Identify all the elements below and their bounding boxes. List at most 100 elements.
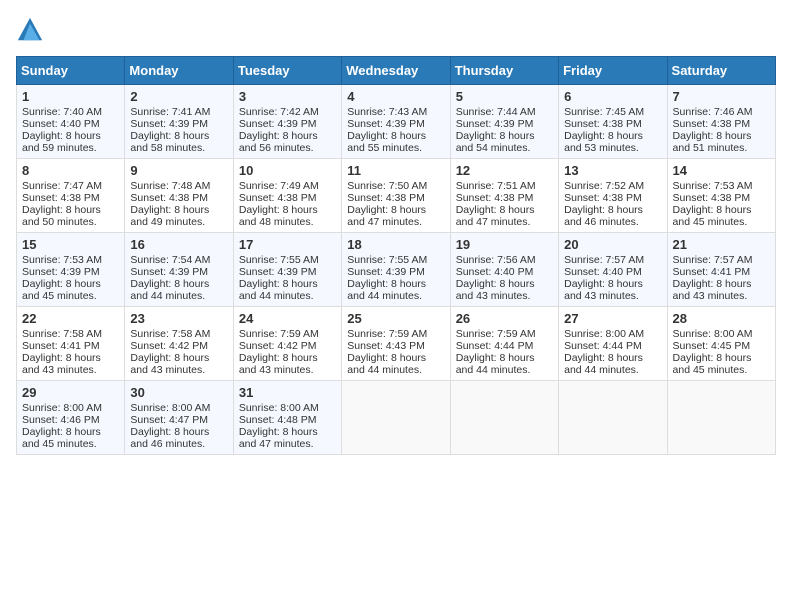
day-info-line: Sunset: 4:40 PM	[456, 266, 553, 278]
day-number: 27	[564, 311, 661, 326]
day-info-line: Sunset: 4:40 PM	[564, 266, 661, 278]
day-info-line: Sunrise: 7:52 AM	[564, 180, 661, 192]
day-info-line: Sunset: 4:39 PM	[239, 118, 336, 130]
day-number: 31	[239, 385, 336, 400]
day-info-line: Sunrise: 7:56 AM	[456, 254, 553, 266]
day-info-line: Sunrise: 7:46 AM	[673, 106, 770, 118]
day-info-line: Sunset: 4:43 PM	[347, 340, 444, 352]
day-info-line: Sunset: 4:38 PM	[564, 192, 661, 204]
calendar-cell: 28Sunrise: 8:00 AMSunset: 4:45 PMDayligh…	[667, 307, 775, 381]
day-info-line: Sunset: 4:47 PM	[130, 414, 227, 426]
calendar-cell: 17Sunrise: 7:55 AMSunset: 4:39 PMDayligh…	[233, 233, 341, 307]
day-info-line: Daylight: 8 hours	[564, 130, 661, 142]
day-info-line: Daylight: 8 hours	[130, 352, 227, 364]
calendar-cell: 20Sunrise: 7:57 AMSunset: 4:40 PMDayligh…	[559, 233, 667, 307]
day-number: 20	[564, 237, 661, 252]
day-info-line: Sunrise: 7:45 AM	[564, 106, 661, 118]
calendar-cell: 27Sunrise: 8:00 AMSunset: 4:44 PMDayligh…	[559, 307, 667, 381]
calendar-cell: 25Sunrise: 7:59 AMSunset: 4:43 PMDayligh…	[342, 307, 450, 381]
day-info-line: Daylight: 8 hours	[347, 278, 444, 290]
day-info-line: Sunset: 4:44 PM	[564, 340, 661, 352]
day-info-line: Sunset: 4:38 PM	[130, 192, 227, 204]
day-info-line: Daylight: 8 hours	[22, 352, 119, 364]
day-info-line: Sunset: 4:48 PM	[239, 414, 336, 426]
day-info-line: Daylight: 8 hours	[673, 278, 770, 290]
day-info-line: Sunrise: 7:43 AM	[347, 106, 444, 118]
calendar-cell: 19Sunrise: 7:56 AMSunset: 4:40 PMDayligh…	[450, 233, 558, 307]
weekday-header-wednesday: Wednesday	[342, 57, 450, 85]
day-info-line: Daylight: 8 hours	[456, 130, 553, 142]
day-info-line: Daylight: 8 hours	[239, 130, 336, 142]
day-info-line: Sunset: 4:38 PM	[347, 192, 444, 204]
calendar-cell: 16Sunrise: 7:54 AMSunset: 4:39 PMDayligh…	[125, 233, 233, 307]
day-info-line: and 44 minutes.	[347, 364, 444, 376]
day-info-line: and 58 minutes.	[130, 142, 227, 154]
page-header	[16, 16, 776, 44]
day-info-line: Daylight: 8 hours	[239, 352, 336, 364]
calendar-cell: 23Sunrise: 7:58 AMSunset: 4:42 PMDayligh…	[125, 307, 233, 381]
day-info-line: and 47 minutes.	[239, 438, 336, 450]
day-number: 23	[130, 311, 227, 326]
day-info-line: Sunrise: 7:59 AM	[347, 328, 444, 340]
calendar-week-row: 29Sunrise: 8:00 AMSunset: 4:46 PMDayligh…	[17, 381, 776, 455]
day-info-line: Daylight: 8 hours	[673, 352, 770, 364]
day-info-line: and 50 minutes.	[22, 216, 119, 228]
day-info-line: and 59 minutes.	[22, 142, 119, 154]
day-number: 10	[239, 163, 336, 178]
day-info-line: Sunrise: 7:55 AM	[239, 254, 336, 266]
day-info-line: Sunset: 4:39 PM	[347, 118, 444, 130]
day-number: 22	[22, 311, 119, 326]
day-info-line: and 44 minutes.	[239, 290, 336, 302]
calendar-cell: 5Sunrise: 7:44 AMSunset: 4:39 PMDaylight…	[450, 85, 558, 159]
day-info-line: Sunset: 4:39 PM	[130, 118, 227, 130]
day-info-line: Sunrise: 7:59 AM	[456, 328, 553, 340]
day-info-line: Daylight: 8 hours	[239, 204, 336, 216]
day-info-line: and 53 minutes.	[564, 142, 661, 154]
calendar-cell: 10Sunrise: 7:49 AMSunset: 4:38 PMDayligh…	[233, 159, 341, 233]
day-info-line: Daylight: 8 hours	[564, 204, 661, 216]
day-number: 15	[22, 237, 119, 252]
day-info-line: and 48 minutes.	[239, 216, 336, 228]
calendar-cell: 12Sunrise: 7:51 AMSunset: 4:38 PMDayligh…	[450, 159, 558, 233]
day-number: 24	[239, 311, 336, 326]
day-info-line: Sunset: 4:38 PM	[564, 118, 661, 130]
day-info-line: and 47 minutes.	[456, 216, 553, 228]
weekday-header-thursday: Thursday	[450, 57, 558, 85]
day-info-line: Sunset: 4:42 PM	[130, 340, 227, 352]
calendar-cell: 8Sunrise: 7:47 AMSunset: 4:38 PMDaylight…	[17, 159, 125, 233]
day-info-line: Daylight: 8 hours	[347, 352, 444, 364]
day-info-line: Daylight: 8 hours	[130, 278, 227, 290]
day-info-line: Sunrise: 8:00 AM	[239, 402, 336, 414]
day-number: 17	[239, 237, 336, 252]
day-info-line: and 49 minutes.	[130, 216, 227, 228]
day-info-line: Sunrise: 7:47 AM	[22, 180, 119, 192]
day-info-line: Sunset: 4:46 PM	[22, 414, 119, 426]
day-number: 7	[673, 89, 770, 104]
day-info-line: and 43 minutes.	[22, 364, 119, 376]
day-number: 28	[673, 311, 770, 326]
day-info-line: and 56 minutes.	[239, 142, 336, 154]
day-info-line: Sunset: 4:40 PM	[22, 118, 119, 130]
calendar-cell: 26Sunrise: 7:59 AMSunset: 4:44 PMDayligh…	[450, 307, 558, 381]
calendar-cell: 2Sunrise: 7:41 AMSunset: 4:39 PMDaylight…	[125, 85, 233, 159]
day-info-line: Sunrise: 7:59 AM	[239, 328, 336, 340]
day-info-line: Daylight: 8 hours	[564, 352, 661, 364]
day-info-line: Daylight: 8 hours	[239, 426, 336, 438]
day-number: 4	[347, 89, 444, 104]
calendar-week-row: 1Sunrise: 7:40 AMSunset: 4:40 PMDaylight…	[17, 85, 776, 159]
calendar-cell	[450, 381, 558, 455]
day-info-line: and 45 minutes.	[673, 216, 770, 228]
day-info-line: Sunrise: 7:40 AM	[22, 106, 119, 118]
day-number: 3	[239, 89, 336, 104]
logo	[16, 16, 48, 44]
calendar-cell: 14Sunrise: 7:53 AMSunset: 4:38 PMDayligh…	[667, 159, 775, 233]
day-info-line: Sunrise: 7:48 AM	[130, 180, 227, 192]
day-info-line: Sunset: 4:39 PM	[456, 118, 553, 130]
day-info-line: and 54 minutes.	[456, 142, 553, 154]
day-info-line: Sunset: 4:39 PM	[130, 266, 227, 278]
day-info-line: and 46 minutes.	[564, 216, 661, 228]
day-info-line: Daylight: 8 hours	[347, 204, 444, 216]
day-info-line: and 45 minutes.	[22, 290, 119, 302]
day-number: 2	[130, 89, 227, 104]
day-info-line: Daylight: 8 hours	[673, 130, 770, 142]
